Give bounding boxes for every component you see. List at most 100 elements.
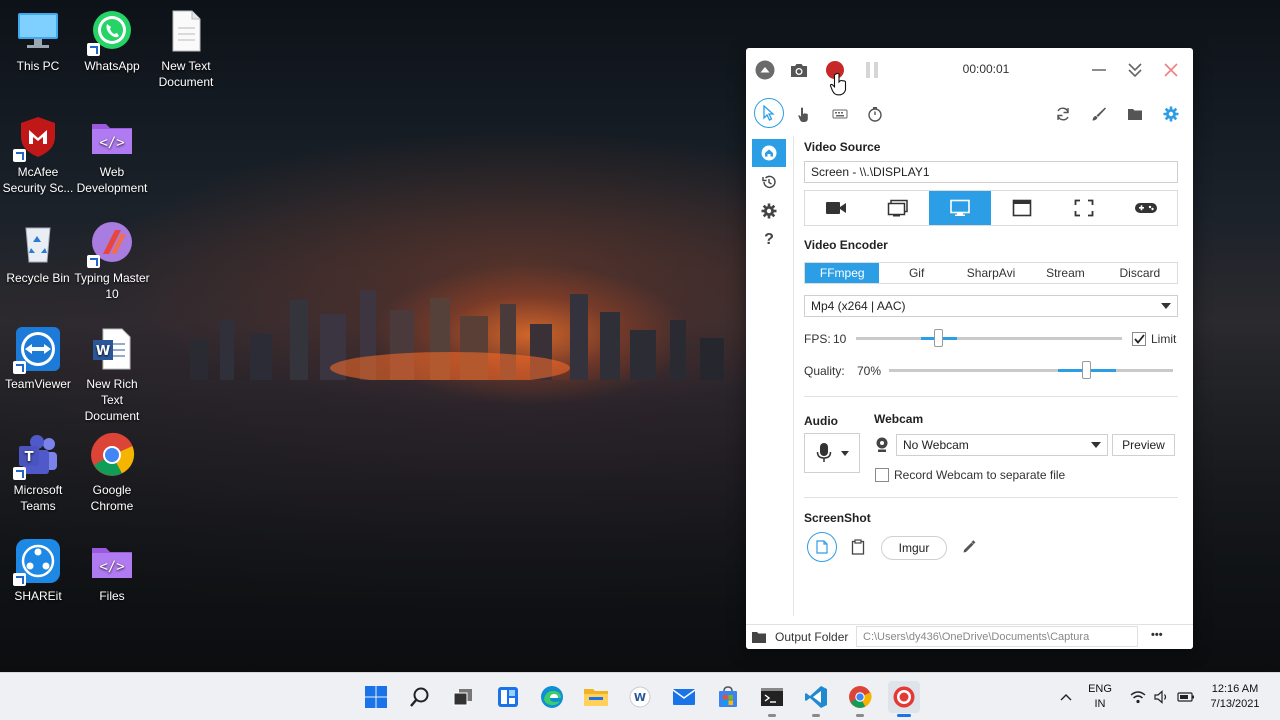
desktop-icon-typing-master[interactable]: Typing Master 10 [74, 220, 150, 302]
history-icon [762, 175, 776, 189]
mail-icon [672, 689, 696, 705]
pause-button[interactable] [862, 60, 882, 80]
desktop-icon-new-rich-text-document[interactable]: W New Rich Text Document [74, 326, 150, 424]
clipboard-icon [851, 539, 865, 555]
quality-slider-track[interactable] [889, 369, 1173, 372]
sidebar-item-settings[interactable] [752, 197, 786, 225]
language-indicator[interactable]: ENG IN [1083, 682, 1117, 712]
desktop-icon-label: This PC [16, 59, 60, 73]
sidebar-item-home[interactable] [752, 139, 786, 167]
desktop-icon-google-chrome[interactable]: Google Chrome [74, 432, 150, 514]
fps-slider-thumb[interactable] [934, 329, 943, 347]
running-indicator [812, 714, 820, 717]
webcam-icon [826, 202, 846, 214]
screen-icon [950, 199, 970, 216]
screenshot-title: ScreenShot [804, 511, 871, 525]
taskbar-chrome-button[interactable] [844, 681, 876, 717]
pointer-tool[interactable] [754, 98, 784, 128]
desktop-icon-this-pc[interactable]: This PC [0, 8, 76, 74]
tray-overflow-button[interactable] [1050, 681, 1082, 713]
taskbar-edge-button[interactable] [536, 681, 568, 713]
refresh-button[interactable] [1051, 102, 1075, 126]
encoder-tab-stream[interactable]: Stream [1028, 263, 1102, 283]
minimize-button[interactable] [1089, 60, 1109, 80]
pause-icon [866, 62, 878, 78]
fps-limit-checkbox[interactable] [1132, 332, 1146, 346]
source-fullscreen-button[interactable] [1053, 191, 1115, 225]
home-icon [761, 145, 777, 161]
taskbar-vscode-button[interactable] [800, 681, 832, 717]
desktop-icon-label: Google Chrome [90, 483, 134, 513]
clock[interactable]: 12:16 AM 7/13/2021 [1200, 682, 1270, 712]
taskbar-task-view-button[interactable] [447, 681, 479, 713]
desktop-icon-microsoft-teams[interactable]: T Microsoft Teams [0, 432, 76, 514]
tray-battery-button[interactable] [1170, 681, 1202, 713]
screenshot-button[interactable] [789, 60, 809, 80]
source-webcam-button[interactable] [805, 191, 867, 225]
webcam-title: Webcam [874, 412, 924, 426]
fps-limit-label: Limit [1151, 332, 1177, 346]
screenshot-imgur-button[interactable]: Imgur [881, 536, 947, 560]
keystrokes-tool[interactable] [828, 102, 852, 126]
title-bar[interactable]: 00:00:01 [746, 48, 1193, 96]
timer-tool[interactable] [863, 102, 887, 126]
taskbar-search-button[interactable] [404, 681, 436, 713]
stopwatch-icon [868, 107, 882, 122]
taskbar-terminal-button[interactable] [756, 681, 788, 717]
expand-button[interactable] [1125, 60, 1145, 80]
webcam-device-icon [876, 437, 888, 452]
close-button[interactable] [1161, 60, 1181, 80]
taskbar-start-button[interactable] [360, 681, 392, 713]
desktop-icon-recycle-bin[interactable]: Recycle Bin [0, 220, 76, 286]
taskbar-store-button[interactable] [712, 681, 744, 713]
output-folder-more-button[interactable]: ••• [1151, 629, 1163, 641]
video-source-field[interactable]: Screen - \\.\DISPLAY1 [804, 161, 1178, 183]
fps-slider-track[interactable] [856, 337, 1122, 340]
source-window-button[interactable] [991, 191, 1053, 225]
audio-title: Audio [804, 414, 838, 428]
sidebar-item-help[interactable]: ? [752, 226, 786, 254]
screenshot-disk-button[interactable] [807, 532, 837, 562]
encoder-tab-sharpavi[interactable]: SharpAvi [954, 263, 1028, 283]
svg-text:</>: </> [99, 135, 124, 151]
desktop-icon-teamviewer[interactable]: TeamViewer [0, 326, 76, 392]
taskbar-captura-button[interactable] [888, 681, 920, 717]
encoder-tab-gif[interactable]: Gif [879, 263, 953, 283]
desktop-icon-shareit[interactable]: SHAREit [0, 538, 76, 604]
desktop-icon-files[interactable]: </> Files [74, 538, 150, 604]
taskbar-file-explorer-button[interactable] [580, 681, 612, 713]
output-folder-path[interactable]: C:\Users\dy436\OneDrive\Documents\Captur… [856, 626, 1138, 647]
collapse-button[interactable] [755, 60, 775, 80]
sidebar-item-recent[interactable] [752, 168, 786, 196]
desktop-icon-label: McAfee Security Sc... [2, 165, 74, 195]
store-icon [719, 686, 737, 707]
output-folder-bar: Output Folder C:\Users\dy436\OneDrive\Do… [746, 624, 1193, 649]
encoder-tab-discard[interactable]: Discard [1103, 263, 1177, 283]
taskbar-wordpad-button[interactable]: W [624, 681, 656, 713]
open-folder-button[interactable] [1123, 102, 1147, 126]
source-game-button[interactable] [1115, 191, 1177, 225]
desktop-icon-web-development[interactable]: </> Web Development [74, 114, 150, 196]
desktop-icon-mcafee[interactable]: McAfee Security Sc... [0, 114, 76, 196]
svg-text:</>: </> [99, 559, 124, 575]
desktop-icon-new-text-document[interactable]: New Text Document [148, 8, 224, 90]
taskbar-mail-button[interactable] [668, 681, 700, 713]
encoder-tab-ffmpeg[interactable]: FFmpeg [805, 263, 880, 283]
desktop-icon-whatsapp[interactable]: WhatsApp [74, 8, 150, 74]
close-icon [1164, 63, 1178, 77]
overlay-brush-button[interactable] [1087, 102, 1111, 126]
codec-dropdown[interactable]: Mp4 (x264 | AAC) [804, 295, 1178, 317]
audio-source-button[interactable] [804, 433, 860, 473]
screenshot-clipboard-button[interactable] [849, 538, 867, 556]
settings-button[interactable] [1159, 102, 1183, 126]
quality-slider-thumb[interactable] [1082, 361, 1091, 379]
click-tool[interactable] [792, 102, 816, 126]
source-region-button[interactable] [867, 191, 929, 225]
taskbar-widgets-button[interactable] [492, 681, 524, 713]
source-screen-button[interactable] [929, 191, 991, 225]
webcam-separate-checkbox[interactable] [875, 468, 889, 482]
webcam-dropdown[interactable]: No Webcam [896, 434, 1108, 456]
screenshot-editor-button[interactable] [960, 538, 978, 556]
webcam-preview-button[interactable]: Preview [1112, 434, 1175, 456]
desktop-icon-label: Typing Master 10 [74, 271, 150, 301]
